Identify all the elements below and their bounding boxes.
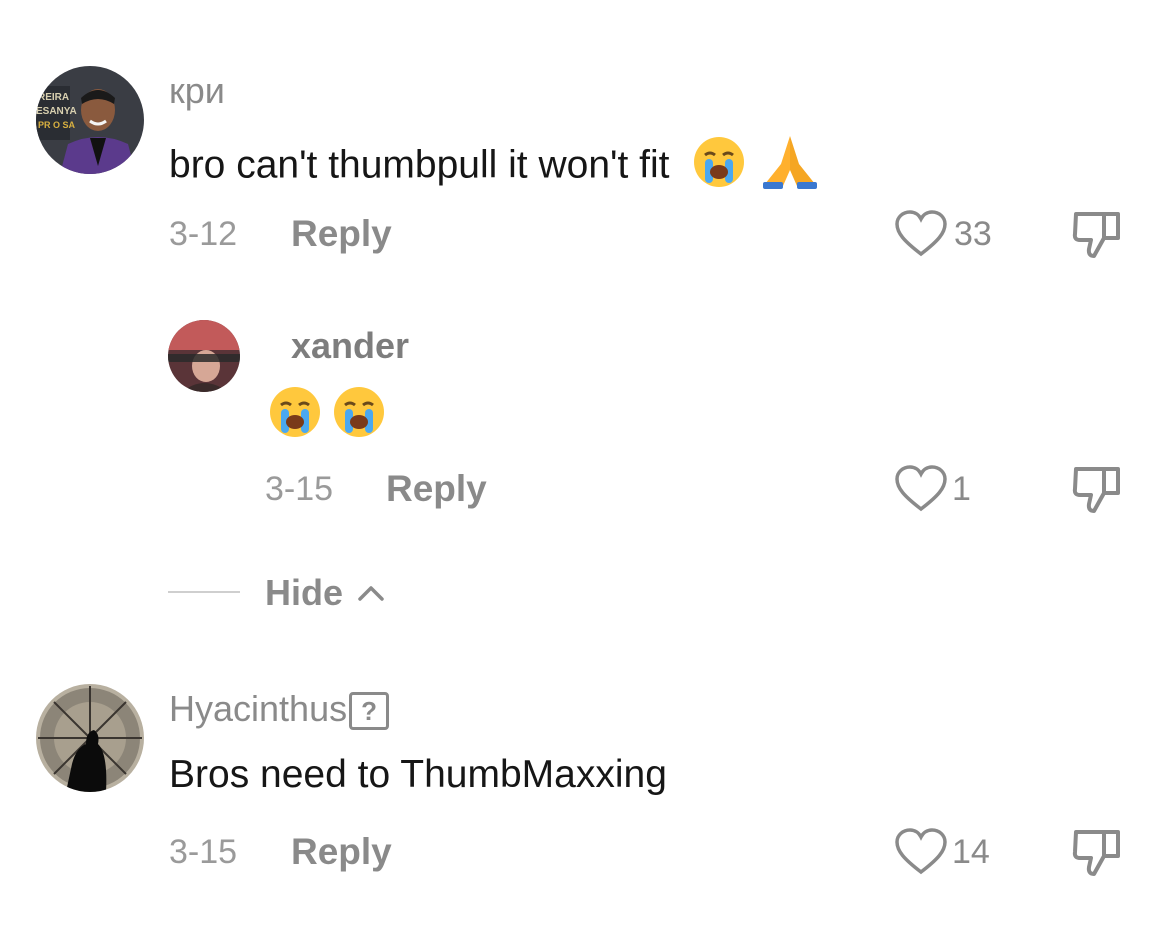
unknown-glyph-icon: ? xyxy=(349,692,390,731)
username-text: Hyacinthus xyxy=(169,688,348,729)
loudly-crying-face-icon xyxy=(692,135,746,199)
comment-username[interactable]: кри xyxy=(169,70,225,112)
like-button[interactable] xyxy=(894,465,948,518)
heart-icon xyxy=(895,210,947,257)
thumbs-down-icon xyxy=(1072,212,1120,258)
avatar-text-1: REIRA xyxy=(38,92,69,103)
like-button[interactable] xyxy=(894,210,948,263)
reply-button[interactable]: Reply xyxy=(291,213,392,255)
loudly-crying-face-icon xyxy=(268,385,322,444)
avatar[interactable]: REIRA ESANYA PR O SA xyxy=(36,66,144,174)
comment-text: Bros need to ThumbMaxxing xyxy=(169,753,667,796)
dislike-button[interactable] xyxy=(1070,463,1124,522)
heart-icon xyxy=(895,465,947,512)
folded-hands-icon xyxy=(761,134,819,200)
reply-button[interactable]: Reply xyxy=(291,831,392,873)
like-count: 33 xyxy=(954,215,992,253)
avatar[interactable] xyxy=(36,684,144,792)
reply-button[interactable]: Reply xyxy=(386,468,487,510)
avatar-image xyxy=(36,684,144,792)
comment-username[interactable]: Hyacinthus? xyxy=(169,688,390,731)
loudly-crying-face-icon xyxy=(332,385,386,444)
dislike-button[interactable] xyxy=(1070,208,1124,267)
thumbs-down-icon xyxy=(1072,830,1120,876)
comment-date: 3-15 xyxy=(169,833,238,871)
hide-replies-button[interactable]: Hide xyxy=(265,572,343,614)
comment-date: 3-12 xyxy=(169,215,238,253)
comment-text: bro can't thumbpull it won't fit xyxy=(169,134,819,200)
thumbs-down-icon xyxy=(1072,467,1120,513)
like-count: 14 xyxy=(952,833,990,871)
reply-date: 3-15 xyxy=(265,470,334,508)
avatar[interactable] xyxy=(168,320,240,392)
avatar-image xyxy=(168,320,240,392)
avatar-text-2: ESANYA xyxy=(36,106,77,117)
comment-text-body: bro can't thumbpull it won't fit xyxy=(169,143,670,187)
dislike-button[interactable] xyxy=(1070,826,1124,885)
like-count: 1 xyxy=(952,470,971,508)
like-button[interactable] xyxy=(894,828,948,881)
chevron-up-icon xyxy=(356,581,386,608)
reply-username[interactable]: xander xyxy=(291,325,409,367)
reply-emojis xyxy=(268,385,386,444)
divider-line xyxy=(168,591,240,593)
avatar-text-3: PR O SA xyxy=(38,120,76,130)
avatar-image: REIRA ESANYA PR O SA xyxy=(36,66,144,174)
heart-icon xyxy=(895,828,947,875)
